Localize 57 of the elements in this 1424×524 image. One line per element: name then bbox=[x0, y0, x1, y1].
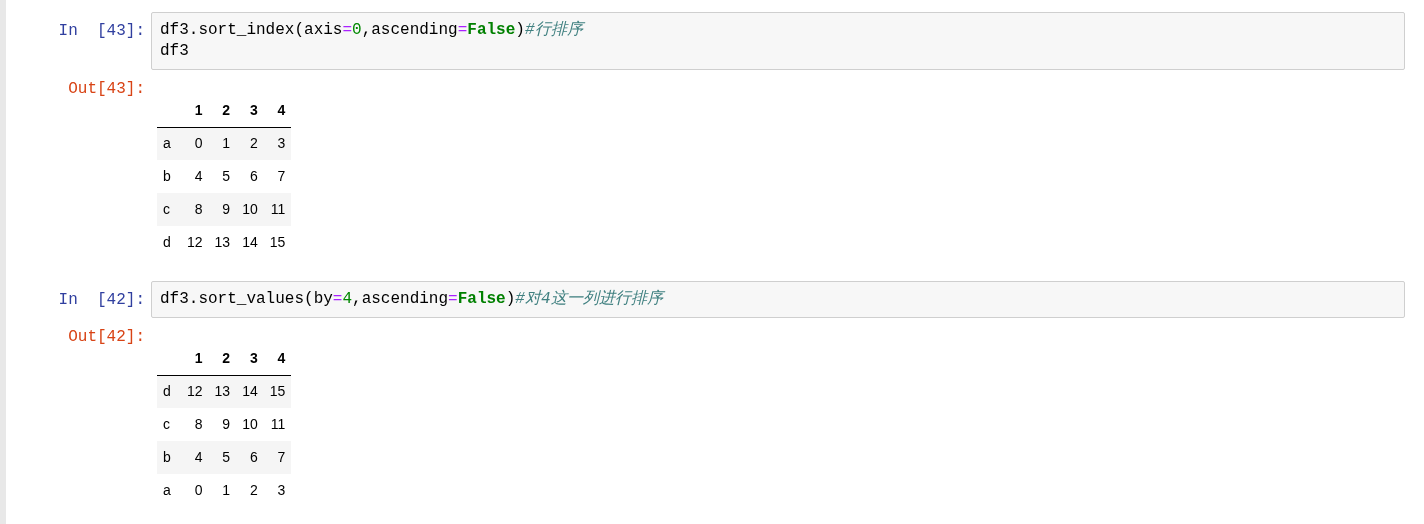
table-cell: 11 bbox=[263, 193, 292, 226]
table-cell: 5 bbox=[208, 441, 237, 474]
table-cell: 1 bbox=[208, 127, 237, 160]
row-index: b bbox=[157, 441, 181, 474]
table-cell: 12 bbox=[181, 226, 209, 259]
table-cell: 10 bbox=[236, 408, 264, 441]
column-header: 2 bbox=[208, 94, 237, 127]
input-prompt: In [43]: bbox=[57, 21, 146, 42]
input-prompt: In [42]: bbox=[57, 290, 146, 311]
code-editor[interactable]: df3.sort_index(axis=0,ascending=False)#行排序 df3 bbox=[151, 12, 1405, 70]
column-header: 2 bbox=[208, 342, 237, 375]
code-line: df3 bbox=[160, 41, 189, 62]
table-cell: 0 bbox=[181, 474, 209, 507]
table-cell: 0 bbox=[181, 127, 209, 160]
code-line: df3.sort_values(by=4,ascending=False)#对4这一列进行排序 bbox=[160, 289, 663, 310]
table-cell: 6 bbox=[236, 441, 264, 474]
table-cell: 9 bbox=[208, 193, 237, 226]
table-cell: 13 bbox=[208, 375, 237, 408]
column-header: 3 bbox=[236, 342, 264, 375]
table-cell: 5 bbox=[208, 160, 237, 193]
table-cell: 2 bbox=[236, 474, 264, 507]
table-cell: 8 bbox=[181, 193, 209, 226]
table-cell: 13 bbox=[208, 226, 237, 259]
table-cell: 4 bbox=[181, 160, 209, 193]
code-editor[interactable]: df3.sort_values(by=4,ascending=False)#对4这一列进行排序 bbox=[151, 281, 1405, 318]
output-prompt: Out[42]: bbox=[67, 327, 146, 348]
column-header: 4 bbox=[263, 342, 292, 375]
table-cell: 9 bbox=[208, 408, 237, 441]
table-cell: 10 bbox=[236, 193, 264, 226]
table-cell: 7 bbox=[263, 160, 292, 193]
table-cell: 14 bbox=[236, 226, 264, 259]
table-cell: 15 bbox=[263, 375, 292, 408]
row-index: a bbox=[157, 127, 181, 160]
code-line: df3.sort_index(axis=0,ascending=False)#行排序 bbox=[160, 20, 583, 41]
row-index: b bbox=[157, 160, 181, 193]
row-index: c bbox=[157, 193, 181, 226]
row-index: c bbox=[157, 408, 181, 441]
row-index: a bbox=[157, 474, 181, 507]
output-prompt: Out[43]: bbox=[67, 79, 146, 100]
table-cell: 3 bbox=[263, 474, 292, 507]
row-index: d bbox=[157, 375, 181, 408]
table-cell: 8 bbox=[181, 408, 209, 441]
table-cell: 1 bbox=[208, 474, 237, 507]
table-cell: 11 bbox=[263, 408, 292, 441]
table-cell: 4 bbox=[181, 441, 209, 474]
table-cell: 12 bbox=[181, 375, 209, 408]
row-index: d bbox=[157, 226, 181, 259]
column-header: 4 bbox=[263, 94, 292, 127]
table-cell: 2 bbox=[236, 127, 264, 160]
table-cell: 14 bbox=[236, 375, 264, 408]
column-header: 1 bbox=[181, 342, 209, 375]
table-cell: 3 bbox=[263, 127, 292, 160]
column-header: 3 bbox=[236, 94, 264, 127]
table-cell: 7 bbox=[263, 441, 292, 474]
table-cell: 6 bbox=[236, 160, 264, 193]
column-header: 1 bbox=[181, 94, 209, 127]
table-cell: 15 bbox=[263, 226, 292, 259]
